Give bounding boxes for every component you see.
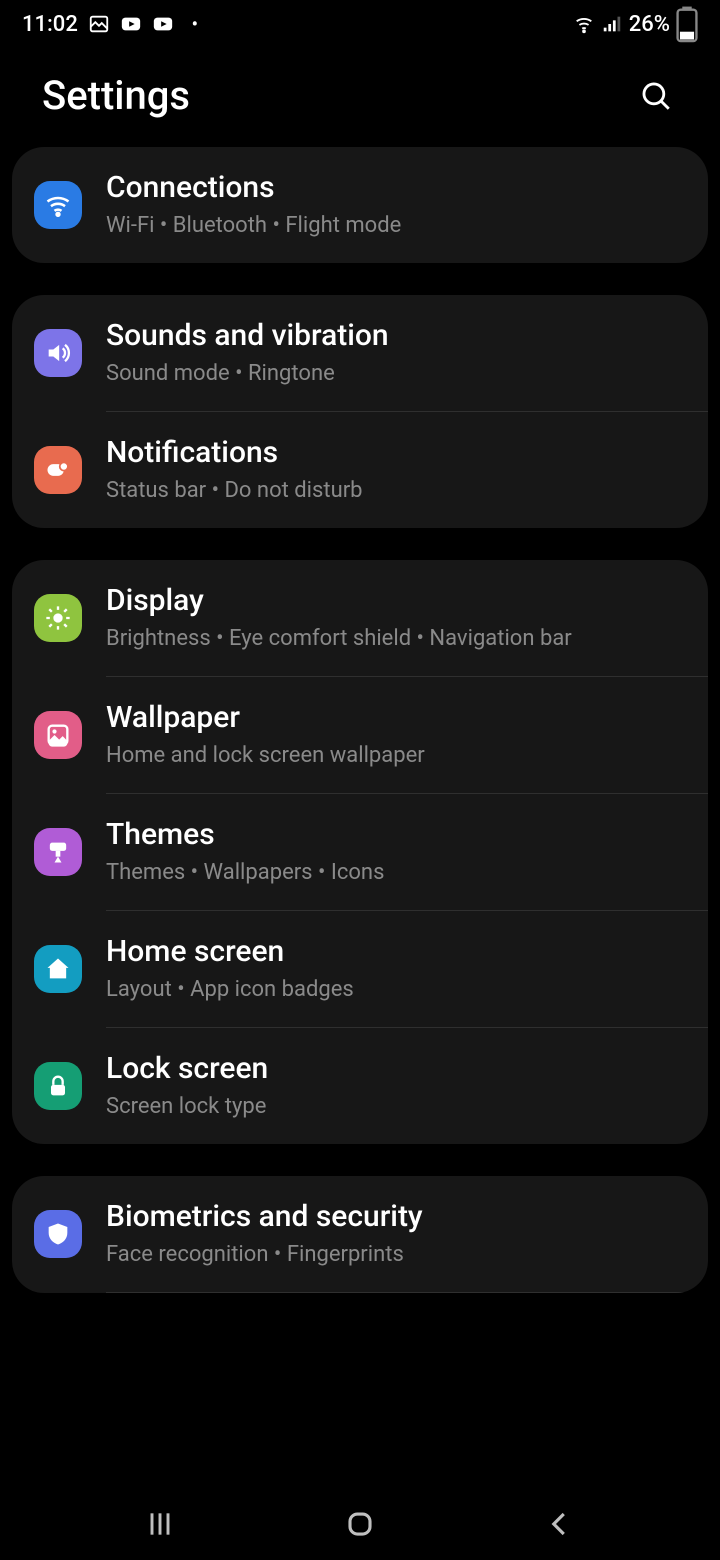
row-subtitle: Screen lock type (106, 1093, 686, 1121)
row-subtitle: Home and lock screen wallpaper (106, 742, 686, 770)
row-subtitle: Layout • App icon badges (106, 976, 686, 1004)
settings-card: Display Brightness • Eye comfort shield •… (12, 560, 708, 1144)
row-title: Home screen (106, 935, 686, 970)
youtube-icon (152, 13, 174, 35)
home-nav-icon (345, 1509, 375, 1539)
nav-bar (0, 1488, 720, 1560)
settings-card: Sounds and vibration Sound mode • Rington… (12, 295, 708, 528)
status-right: 26% (573, 12, 698, 37)
wifi-status-icon (573, 13, 595, 35)
row-subtitle: Status bar • Do not disturb (106, 477, 686, 505)
recents-icon (144, 1508, 176, 1540)
settings-item-display[interactable]: Display Brightness • Eye comfort shield •… (12, 560, 708, 676)
notifications-icon (34, 446, 82, 494)
settings-item-lock[interactable]: Lock screen Screen lock type (12, 1028, 708, 1144)
status-left: 11:02 • (22, 12, 206, 37)
settings-item-connections[interactable]: Connections Wi-Fi • Bluetooth • Flight mo… (12, 147, 708, 263)
biometrics-icon (34, 1210, 82, 1258)
search-button[interactable] (634, 74, 678, 118)
themes-icon (34, 828, 82, 876)
gallery-icon (88, 13, 110, 35)
battery-percent: 26% (629, 12, 670, 37)
row-text: Lock screen Screen lock type (106, 1052, 686, 1120)
settings-item-themes[interactable]: Themes Themes • Wallpapers • Icons (12, 794, 708, 910)
row-subtitle: Wi-Fi • Bluetooth • Flight mode (106, 212, 686, 240)
row-text: Wallpaper Home and lock screen wallpaper (106, 701, 686, 769)
settings-item-sounds[interactable]: Sounds and vibration Sound mode • Rington… (12, 295, 708, 411)
battery-icon (676, 13, 698, 35)
back-icon (545, 1509, 575, 1539)
back-button[interactable] (500, 1496, 620, 1552)
lock-icon (34, 1062, 82, 1110)
sounds-icon (34, 329, 82, 377)
settings-item-biometrics[interactable]: Biometrics and security Face recognition … (12, 1176, 708, 1292)
row-subtitle: Themes • Wallpapers • Icons (106, 859, 686, 887)
header: Settings (0, 48, 720, 147)
row-title: Themes (106, 818, 686, 853)
settings-card: Connections Wi-Fi • Bluetooth • Flight mo… (12, 147, 708, 263)
home-button[interactable] (300, 1496, 420, 1552)
row-text: Themes Themes • Wallpapers • Icons (106, 818, 686, 886)
settings-card: Biometrics and security Face recognition … (12, 1176, 708, 1293)
recents-button[interactable] (100, 1496, 220, 1552)
display-icon (34, 594, 82, 642)
signal-icon (601, 13, 623, 35)
row-subtitle: Brightness • Eye comfort shield • Naviga… (106, 625, 686, 653)
youtube-icon (120, 13, 142, 35)
row-subtitle: Sound mode • Ringtone (106, 360, 686, 388)
settings-content: Connections Wi-Fi • Bluetooth • Flight mo… (0, 147, 720, 1293)
row-title: Biometrics and security (106, 1200, 686, 1235)
status-bar: 11:02 • 26% (0, 0, 720, 48)
row-text: Display Brightness • Eye comfort shield •… (106, 584, 686, 652)
row-text: Sounds and vibration Sound mode • Rington… (106, 319, 686, 387)
row-title: Sounds and vibration (106, 319, 686, 354)
divider (106, 1292, 708, 1293)
status-time: 11:02 (22, 12, 78, 37)
row-title: Display (106, 584, 686, 619)
row-title: Connections (106, 171, 686, 206)
settings-item-wallpaper[interactable]: Wallpaper Home and lock screen wallpaper (12, 677, 708, 793)
search-icon (639, 79, 673, 113)
row-text: Home screen Layout • App icon badges (106, 935, 686, 1003)
row-subtitle: Face recognition • Fingerprints (106, 1241, 686, 1269)
row-title: Notifications (106, 436, 686, 471)
row-title: Lock screen (106, 1052, 686, 1087)
page-title: Settings (42, 72, 190, 119)
settings-item-home[interactable]: Home screen Layout • App icon badges (12, 911, 708, 1027)
row-text: Biometrics and security Face recognition … (106, 1200, 686, 1268)
more-icon: • (184, 13, 206, 35)
row-text: Notifications Status bar • Do not disturb (106, 436, 686, 504)
row-title: Wallpaper (106, 701, 686, 736)
home-icon (34, 945, 82, 993)
row-text: Connections Wi-Fi • Bluetooth • Flight mo… (106, 171, 686, 239)
wallpaper-icon (34, 711, 82, 759)
connections-icon (34, 181, 82, 229)
settings-item-notifications[interactable]: Notifications Status bar • Do not disturb (12, 412, 708, 528)
